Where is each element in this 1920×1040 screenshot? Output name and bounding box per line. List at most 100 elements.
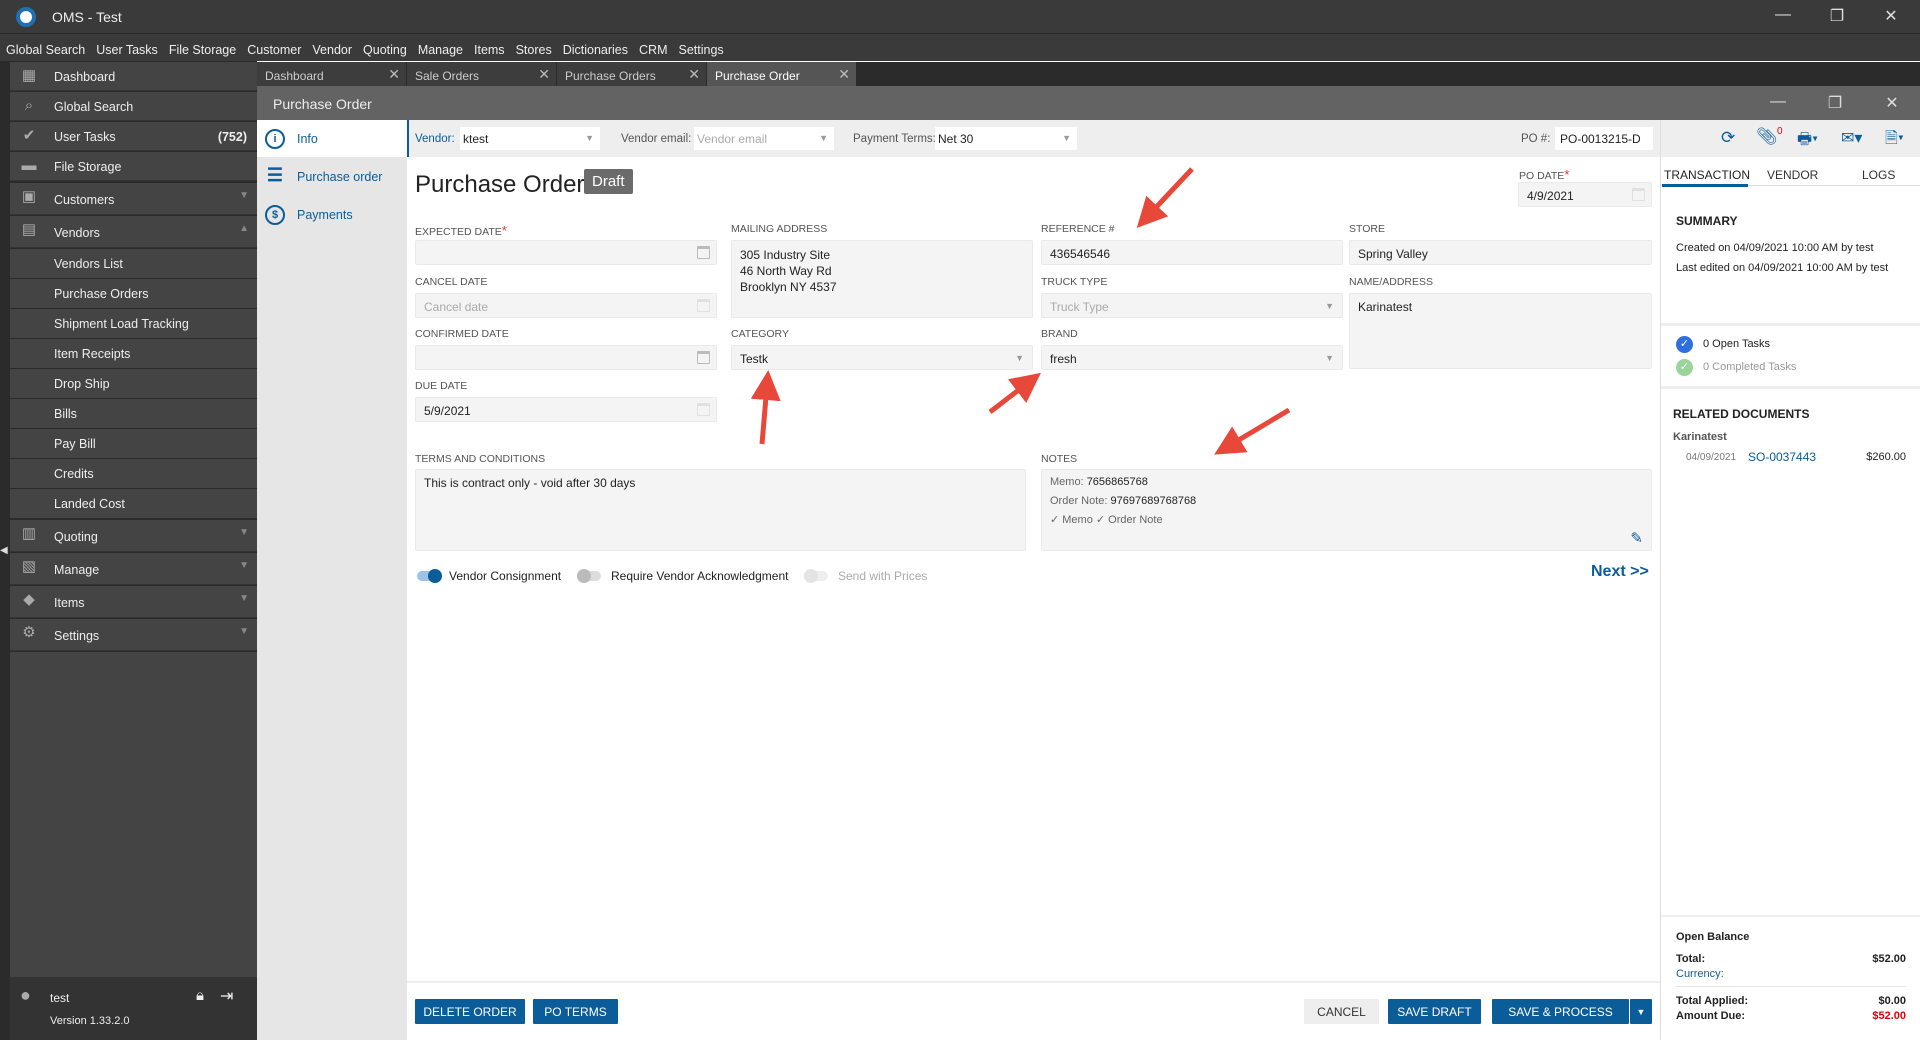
tab-logs[interactable]: LOGS (1862, 168, 1895, 182)
title-bar: OMS - Test — ❐ ✕ (0, 0, 1920, 34)
chevron-down-icon: ▼ (239, 560, 249, 571)
restore-icon[interactable]: ❐ (1820, 93, 1850, 113)
menu-stores[interactable]: Stores (516, 34, 557, 61)
sidebar-item-global-search[interactable]: ⌕ Global Search (10, 92, 257, 121)
window-header: Purchase Order — ❐ ✕ (257, 86, 1920, 120)
total-label: Total: (1676, 953, 1706, 965)
save-options-dropdown-icon[interactable]: ▼ (1630, 999, 1652, 1024)
annotation-arrows (750, 167, 1291, 455)
nav-payments[interactable]: $ Payments (257, 196, 407, 233)
dollar-icon: $ (265, 205, 285, 225)
logout-icon[interactable]: ⇥ (220, 986, 233, 1006)
currency-link[interactable]: Currency: (1676, 968, 1724, 980)
payment-terms-select[interactable]: Net 30 ▼ (935, 127, 1077, 150)
menu-vendor[interactable]: Vendor (312, 34, 357, 61)
nav-purchase-order[interactable]: ☰ Purchase order (257, 158, 407, 195)
person-icon: ▣ (21, 188, 37, 205)
close-tab-icon[interactable]: ✕ (538, 66, 550, 83)
dashboard-icon: ▦ (21, 67, 37, 84)
sidebar-sub-shipment-load-tracking[interactable]: Shipment Load Tracking (10, 309, 257, 338)
vendor-email-select[interactable]: Vendor email ▼ (694, 127, 834, 150)
tab-purchase-orders[interactable]: Purchase Orders ✕ (557, 62, 706, 86)
sidebar: ▦ Dashboard ⌕ Global Search ✔ User Tasks (75… (0, 61, 257, 1040)
search-icon: ⌕ (24, 97, 34, 114)
sidebar-item-dashboard[interactable]: ▦ Dashboard (10, 62, 257, 91)
sidebar-sub-item-receipts[interactable]: Item Receipts (10, 339, 257, 368)
related-doc-link[interactable]: SO-0037443 (1748, 450, 1816, 464)
sidebar-item-file-storage[interactable]: ▬ File Storage (10, 152, 257, 181)
menu-customer[interactable]: Customer (247, 34, 306, 61)
sidebar-sub-drop-ship[interactable]: Drop Ship (10, 369, 257, 398)
open-tasks[interactable]: 0 Open Tasks (1703, 338, 1770, 350)
chevron-up-icon: ▲ (239, 223, 249, 234)
menu-quoting[interactable]: Quoting (363, 34, 412, 61)
menu-items[interactable]: Items (474, 34, 510, 61)
refresh-icon[interactable]: ⟳ (1721, 128, 1735, 148)
tag-icon: ◆ (23, 591, 35, 608)
sidebar-item-user-tasks[interactable]: ✔ User Tasks (752) (10, 122, 257, 151)
user-tasks-count: (752) (217, 130, 247, 144)
sidebar-item-customers[interactable]: ▣ Customers ▼ (10, 183, 257, 215)
menu-dictionaries[interactable]: Dictionaries (563, 34, 633, 61)
menu-file-storage[interactable]: File Storage (169, 34, 241, 61)
menu-settings[interactable]: Settings (678, 34, 728, 61)
close-tab-icon[interactable]: ✕ (388, 66, 400, 83)
sidebar-sub-bills[interactable]: Bills (10, 399, 257, 428)
tab-vendor[interactable]: VENDOR (1767, 168, 1818, 182)
menu-manage[interactable]: Manage (418, 34, 468, 61)
related-documents-title: RELATED DOCUMENTS (1673, 407, 1810, 421)
tab-purchase-order[interactable]: Purchase Order ✕ (707, 62, 856, 86)
email-icon[interactable]: ✉▾ (1841, 128, 1862, 148)
close-tab-icon[interactable]: ✕ (688, 66, 700, 83)
close-icon[interactable]: ✕ (1876, 6, 1906, 26)
sidebar-item-items[interactable]: ◆ Items ▼ (10, 586, 257, 618)
restore-icon[interactable]: ❐ (1822, 6, 1852, 26)
document-icon[interactable]: 🗎︎▾ (1885, 127, 1904, 154)
save-process-button[interactable]: SAVE & PROCESS (1492, 999, 1629, 1024)
related-customer: Karinatest (1673, 431, 1727, 443)
delete-order-button[interactable]: DELETE ORDER (415, 999, 525, 1024)
po-number-field[interactable]: PO-0013215-D (1555, 127, 1653, 150)
sidebar-sub-landed-cost[interactable]: Landed Cost (10, 489, 257, 518)
cancel-button[interactable]: CANCEL (1304, 999, 1379, 1024)
quoting-icon: ▥ (21, 525, 37, 542)
collapse-sidebar-icon[interactable]: ◀ (0, 545, 8, 556)
chevron-down-icon: ▼ (239, 190, 249, 201)
tab-transaction[interactable]: TRANSACTION (1664, 168, 1750, 182)
sidebar-sub-credits[interactable]: Credits (10, 459, 257, 488)
po-number-label: PO #: (1521, 133, 1551, 145)
minimize-icon[interactable]: — (1763, 93, 1793, 111)
po-toolbar: Vendor: ktest ▼ Vendor email: Vendor emai… (407, 120, 1660, 157)
nav-info[interactable]: i Info (257, 120, 407, 157)
sidebar-item-manage[interactable]: ▧ Manage ▼ (10, 553, 257, 585)
minimize-icon[interactable]: — (1768, 6, 1798, 24)
vendor-icon: ▤ (21, 221, 37, 238)
payment-terms-label: Payment Terms: (853, 133, 936, 145)
print-icon[interactable]: 🖶︎▾ (1797, 128, 1818, 155)
tab-dashboard[interactable]: Dashboard ✕ (257, 62, 406, 86)
sidebar-sub-pay-bill[interactable]: Pay Bill (10, 429, 257, 458)
close-icon[interactable]: ✕ (1877, 93, 1907, 113)
vendor-email-label: Vendor email: (621, 133, 692, 145)
close-tab-icon[interactable]: ✕ (838, 66, 850, 83)
chevron-down-icon: ▼ (239, 626, 249, 637)
menu-bar: Global Search User Tasks File Storage Cu… (0, 34, 1920, 61)
completed-tasks[interactable]: 0 Completed Tasks (1703, 361, 1796, 373)
menu-user-tasks[interactable]: User Tasks (96, 34, 163, 61)
sidebar-sub-vendors-list[interactable]: Vendors List (10, 249, 257, 278)
sidebar-item-settings[interactable]: ⚙ Settings ▼ (10, 619, 257, 651)
tab-sale-orders[interactable]: Sale Orders ✕ (407, 62, 556, 86)
dropdown-arrow-icon: ▼ (819, 133, 828, 143)
sidebar-item-quoting[interactable]: ▥ Quoting ▼ (10, 520, 257, 552)
window-title: Purchase Order (273, 96, 372, 112)
sidebar-item-vendors[interactable]: ▤ Vendors ▲ (10, 216, 257, 248)
save-draft-button[interactable]: SAVE DRAFT (1388, 999, 1481, 1024)
sidebar-sub-purchase-orders[interactable]: Purchase Orders (10, 279, 257, 308)
vendor-select[interactable]: ktest ▼ (460, 127, 600, 150)
menu-global-search[interactable]: Global Search (6, 34, 90, 61)
lock-icon[interactable]: 🔒︎ (196, 987, 204, 1004)
po-terms-button[interactable]: PO TERMS (533, 999, 618, 1024)
clipboard-icon: ▧ (21, 558, 37, 575)
menu-crm[interactable]: CRM (639, 34, 672, 61)
paperclip-icon[interactable]: 📎︎ (1756, 127, 1778, 147)
